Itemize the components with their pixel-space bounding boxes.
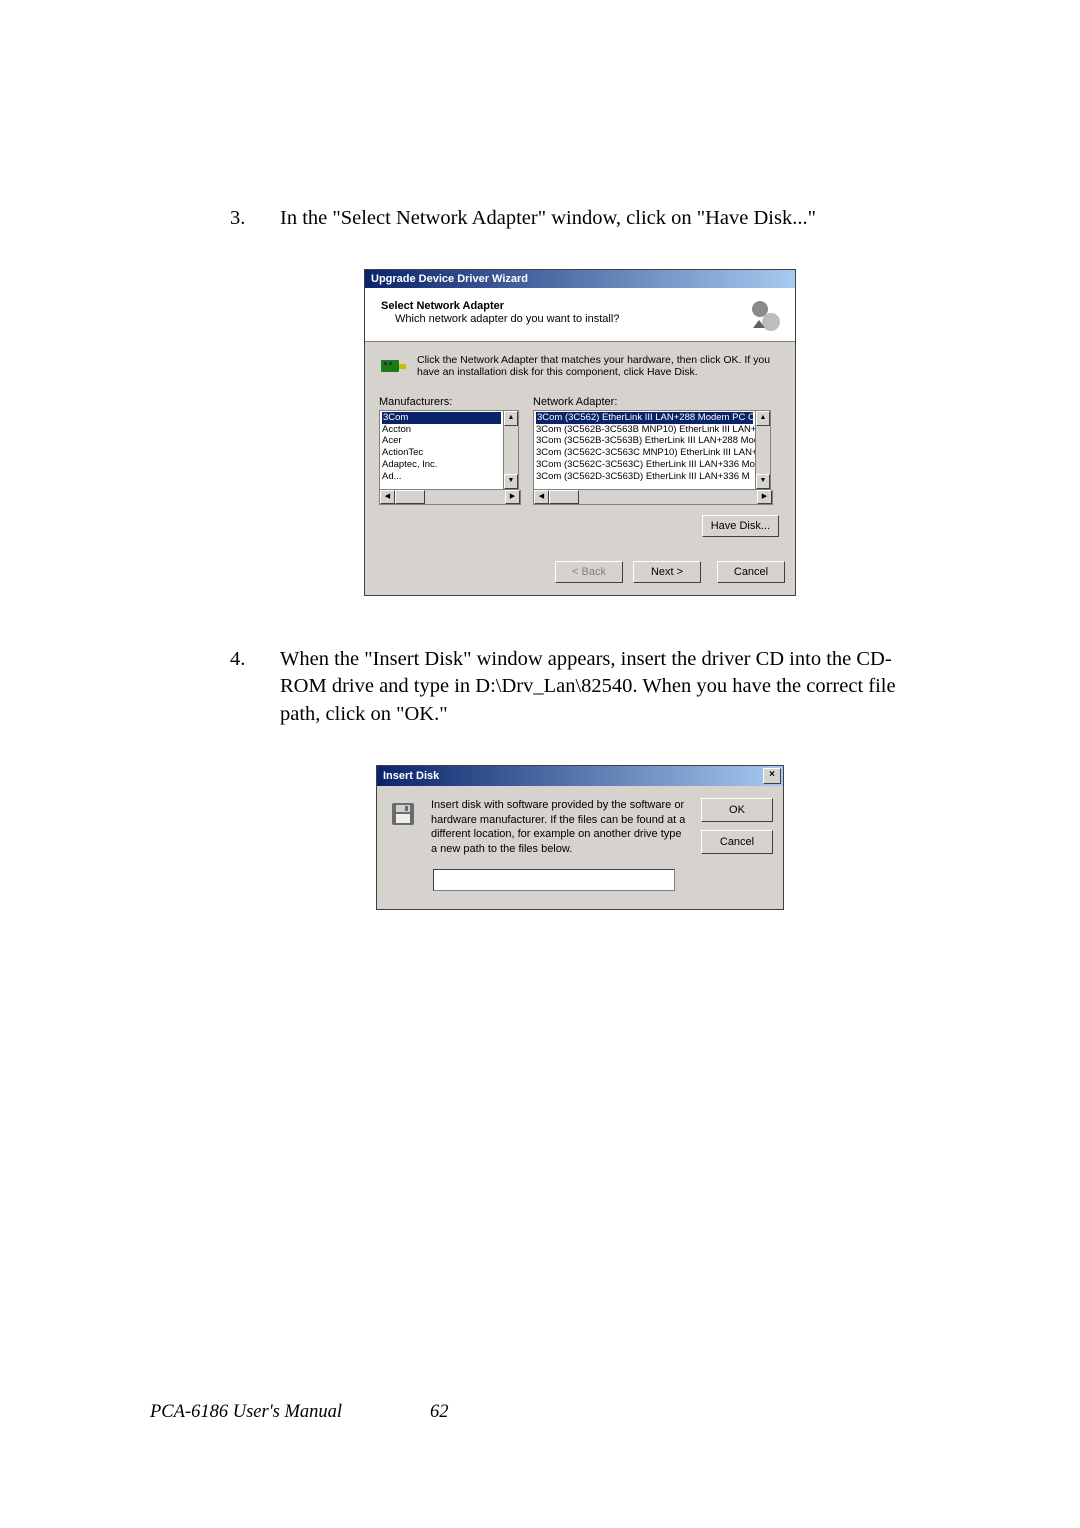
dialog2-title: Insert Disk [383,770,439,782]
list-item[interactable]: ActionTec [382,447,501,459]
step-4: 4. When the "Insert Disk" window appears… [230,646,930,729]
step-number: 3. [230,205,280,233]
list-item[interactable]: 3Com [382,412,501,424]
have-disk-button[interactable]: Have Disk... [702,515,779,537]
list-item[interactable]: Adaptec, Inc. [382,459,501,471]
list-item[interactable]: 3Com (3C562B-3C563B MNP10) EtherLink III… [536,424,753,436]
scroll-up-button[interactable]: ▲ [504,411,518,426]
file-path-input[interactable] [433,869,675,891]
scroll-right-button[interactable]: ▶ [505,490,520,504]
network-adapter-list[interactable]: 3Com (3C562) EtherLink III LAN+288 Modem… [533,410,771,490]
page-footer: PCA-6186 User's Manual 62 [150,1402,930,1423]
list-item[interactable]: 3Com (3C562C-3C563C) EtherLink III LAN+3… [536,459,753,471]
next-button[interactable]: Next > [633,561,701,583]
scroll-right-button[interactable]: ▶ [757,490,772,504]
page-number: 62 [430,1402,449,1423]
step-number: 4. [230,646,280,674]
dialog-upgrade-driver-wizard: Upgrade Device Driver Wizard Select Netw… [364,269,796,596]
scrollbar-horizontal[interactable]: ◀ ▶ [533,490,773,505]
dialog1-header-sub: Which network adapter do you want to ins… [381,313,619,325]
floppy-disk-icon [389,798,419,831]
step-3: 3. In the "Select Network Adapter" windo… [230,205,930,233]
scroll-thumb[interactable] [395,490,425,504]
network-adapter-icon [379,354,409,380]
ok-button[interactable]: OK [701,798,773,822]
scroll-up-button[interactable]: ▲ [756,411,770,426]
scroll-left-button[interactable]: ◀ [534,490,549,504]
list-item[interactable]: 3Com (3C562C-3C563C MNP10) EtherLink III… [536,447,753,459]
scroll-left-button[interactable]: ◀ [380,490,395,504]
cancel-button[interactable]: Cancel [717,561,785,583]
scroll-thumb[interactable] [549,490,579,504]
network-adapter-label: Network Adapter: [533,396,773,408]
manufacturers-list[interactable]: 3Com Accton Acer ActionTec Adaptec, Inc.… [379,410,519,490]
wizard-icon [747,298,783,334]
scroll-down-button[interactable]: ▼ [756,474,770,489]
dialog-insert-disk: Insert Disk × Insert disk with software … [376,765,784,910]
step-text: In the "Select Network Adapter" window, … [280,205,930,233]
step-text: When the "Insert Disk" window appears, i… [280,646,930,729]
scrollbar-horizontal[interactable]: ◀ ▶ [379,490,521,505]
dialog1-title: Upgrade Device Driver Wizard [365,270,795,288]
list-item[interactable]: Accton [382,424,501,436]
manual-name: PCA-6186 User's Manual [150,1402,430,1423]
cancel-button[interactable]: Cancel [701,830,773,854]
dialog1-header-title: Select Network Adapter [381,300,619,312]
list-item[interactable]: 3Com (3C562B-3C563B) EtherLink III LAN+2… [536,435,753,447]
list-item[interactable]: 3Com (3C562D-3C563D) EtherLink III LAN+3… [536,471,753,483]
list-item[interactable]: 3Com (3C562) EtherLink III LAN+288 Modem… [536,412,753,424]
list-item[interactable]: Ad... [382,471,501,483]
scroll-down-button[interactable]: ▼ [504,474,518,489]
scrollbar-vertical[interactable]: ▲ ▼ [755,411,770,489]
list-item[interactable]: Acer [382,435,501,447]
back-button[interactable]: < Back [555,561,623,583]
manufacturers-label: Manufacturers: [379,396,521,408]
dialog1-instruction: Click the Network Adapter that matches y… [417,354,781,378]
close-icon[interactable]: × [763,768,781,784]
dialog2-message: Insert disk with software provided by th… [431,798,689,857]
scrollbar-vertical[interactable]: ▲ ▼ [503,411,518,489]
